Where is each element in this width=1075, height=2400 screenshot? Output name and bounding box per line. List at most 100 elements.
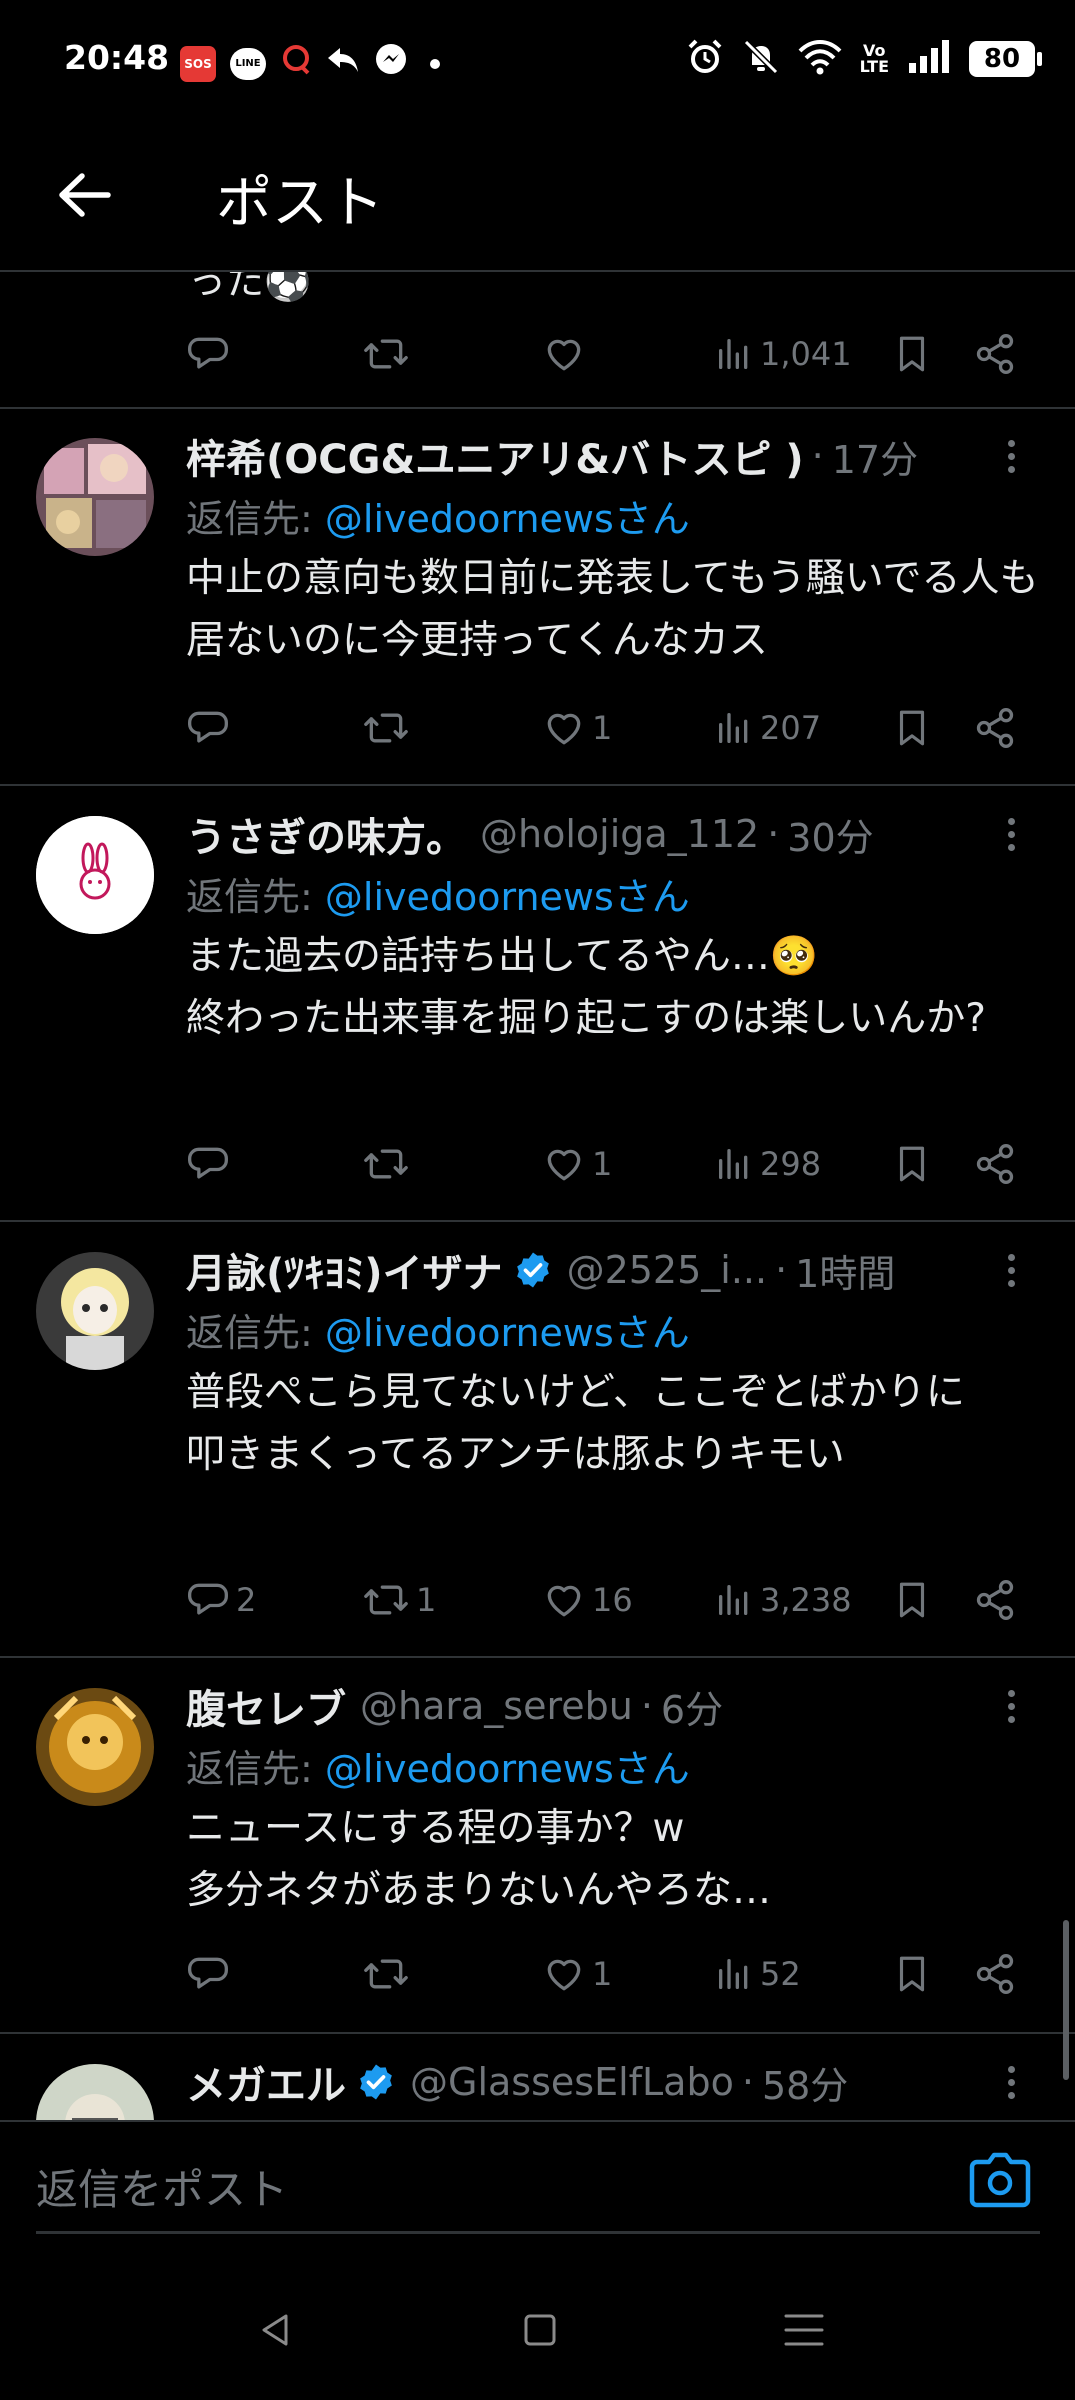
views-button[interactable]: 1,041 (714, 324, 852, 384)
like-button[interactable]: 16 (542, 1570, 633, 1630)
bookmark-button[interactable] (891, 1944, 933, 2004)
square-home-icon (524, 2314, 556, 2346)
display-name[interactable]: 梓希(OCG&ユニアリ&バトスピ ) (186, 427, 804, 485)
views-icon (719, 1585, 748, 1615)
reply-icon (188, 337, 228, 369)
views-icon (719, 1959, 748, 1989)
timestamp[interactable]: 30分 (787, 807, 873, 862)
mention-link[interactable]: @livedoornewsさん (325, 1747, 690, 1791)
display-name[interactable]: 腹セレブ (186, 1677, 346, 1735)
repost-icon (364, 1149, 408, 1179)
nav-menu-button[interactable] (764, 2300, 844, 2360)
views-button[interactable]: 298 (714, 1134, 821, 1194)
bookmark-button[interactable] (891, 698, 933, 758)
scrollbar-thumb[interactable] (1063, 1920, 1069, 2080)
user-handle[interactable]: @2525_i... (567, 1248, 768, 1292)
reply-button[interactable] (186, 1944, 230, 2004)
reply-context: 返信先: @livedoornewsさん (186, 488, 690, 543)
repost-button[interactable] (362, 1134, 410, 1194)
more-options-button[interactable] (991, 1250, 1031, 1290)
share-button[interactable] (973, 1134, 1017, 1194)
triangle-back-icon (262, 2314, 288, 2346)
reply-button[interactable]: 2 (186, 1570, 256, 1630)
share-icon (976, 1580, 1014, 1620)
views-button[interactable]: 207 (714, 698, 821, 758)
mention-link[interactable]: @livedoornewsさん (325, 1311, 690, 1355)
repost-icon (364, 1585, 408, 1615)
back-button[interactable] (50, 160, 120, 230)
tweet-card[interactable]: 月詠(ﾂｷﾖﾐ)イザナ @2525_i... · 1時間 返信先: @lived… (0, 1240, 1075, 1660)
repost-icon (364, 339, 408, 369)
user-handle[interactable]: @hara_serebu (360, 1684, 633, 1728)
user-handle[interactable]: @GlassesElfLabo (410, 2060, 734, 2104)
system-navigation-bar (0, 2260, 1075, 2400)
bookmark-button[interactable] (891, 1570, 933, 1630)
camera-button[interactable] (969, 2152, 1039, 2212)
timestamp[interactable]: 17分 (832, 429, 918, 484)
tweet-actions: 2 1 16 3,238 (0, 1570, 1075, 1630)
views-button[interactable]: 52 (714, 1944, 801, 2004)
like-button[interactable]: 1 (542, 1944, 612, 2004)
share-button[interactable] (973, 1570, 1017, 1630)
nav-back-button[interactable] (236, 2300, 316, 2360)
reply-feed[interactable]: った⚽ 1,041 梓希(OCG&ユニアリ&バトスピ ) · 17分 返信先: … (0, 272, 1075, 2120)
tweet-card[interactable]: メガエル @GlassesElfLabo · 58分 (0, 2052, 1075, 2120)
mention-link[interactable]: @livedoornewsさん (325, 875, 690, 919)
more-notifications-dot (430, 58, 440, 69)
more-options-button[interactable] (991, 1686, 1031, 1726)
mention-link[interactable]: @livedoornewsさん (325, 497, 690, 541)
views-icon (719, 339, 748, 369)
more-options-button[interactable] (991, 814, 1031, 854)
more-options-button[interactable] (991, 2062, 1031, 2102)
bookmark-icon (899, 1956, 925, 1992)
heart-icon (547, 713, 581, 745)
like-button[interactable]: 1 (542, 698, 612, 758)
avatar[interactable] (36, 1688, 154, 1806)
notification-icons: SOS LINE (180, 42, 440, 85)
tweet-card[interactable]: 梓希(OCG&ユニアリ&バトスピ ) · 17分 返信先: @livedoorn… (0, 426, 1075, 786)
display-name[interactable]: メガエル (186, 2053, 346, 2111)
views-icon (719, 713, 748, 743)
tweet-card[interactable]: うさぎの味方。 @holojiga_112 · 30分 返信先: @livedo… (0, 804, 1075, 1224)
signal-icon (907, 39, 951, 79)
repost-button[interactable] (362, 1944, 410, 2004)
like-count: 16 (592, 1581, 633, 1619)
repost-icon (364, 1959, 408, 1989)
reply-button[interactable] (186, 324, 230, 384)
reply-button[interactable] (186, 1134, 230, 1194)
tweet-card[interactable]: 腹セレブ @hara_serebu · 6分 返信先: @livedoornew… (0, 1676, 1075, 2036)
repost-button[interactable]: 1 (362, 1570, 436, 1630)
avatar[interactable] (36, 1252, 154, 1370)
menu-lines-icon (784, 2314, 824, 2346)
tweet-divider (0, 1656, 1075, 1658)
avatar[interactable] (36, 816, 154, 934)
nav-home-button[interactable] (500, 2300, 580, 2360)
user-handle[interactable]: @holojiga_112 (480, 812, 759, 856)
share-button[interactable] (973, 698, 1017, 758)
share-button[interactable] (973, 1944, 1017, 2004)
timestamp[interactable]: 1時間 (795, 1243, 895, 1298)
avatar[interactable] (36, 2064, 154, 2120)
line-app-icon: LINE (230, 47, 266, 80)
views-count: 52 (760, 1955, 801, 1993)
avatar[interactable] (36, 438, 154, 556)
like-button[interactable]: 1 (542, 1134, 612, 1194)
messenger-icon (374, 42, 408, 85)
reply-input[interactable]: 返信をポスト (36, 2142, 1040, 2234)
display-name[interactable]: うさぎの味方。 (186, 805, 466, 863)
bookmark-icon (899, 710, 925, 746)
reply-button[interactable] (186, 698, 230, 758)
more-options-button[interactable] (991, 436, 1031, 476)
views-button[interactable]: 3,238 (714, 1570, 852, 1630)
bookmark-icon (899, 1146, 925, 1182)
bookmark-button[interactable] (891, 1134, 933, 1194)
display-name[interactable]: 月詠(ﾂｷﾖﾐ)イザナ (186, 1241, 503, 1299)
timestamp[interactable]: 6分 (661, 1679, 723, 1734)
partial-tweet-actions: 1,041 (0, 324, 1075, 384)
timestamp[interactable]: 58分 (762, 2055, 848, 2110)
repost-button[interactable] (362, 324, 410, 384)
like-button[interactable] (542, 324, 586, 384)
share-button[interactable] (973, 324, 1017, 384)
bookmark-button[interactable] (891, 324, 933, 384)
repost-button[interactable] (362, 698, 410, 758)
